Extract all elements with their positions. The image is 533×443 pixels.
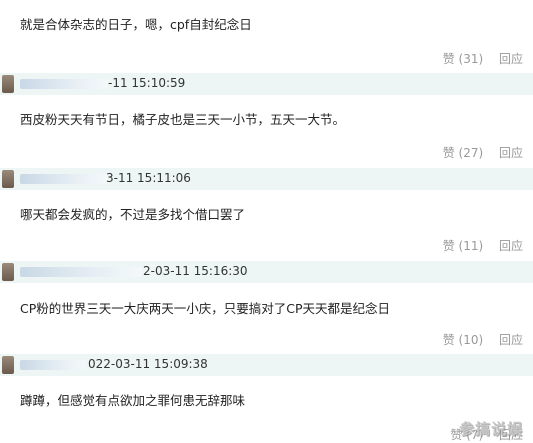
reply-button[interactable]: 回应: [499, 239, 523, 253]
comment-meta-bar: -11 15:10:59: [0, 73, 533, 95]
avatar[interactable]: [2, 356, 14, 374]
comment-meta-bar: 3-11 15:11:06: [0, 168, 533, 190]
avatar[interactable]: [2, 263, 14, 281]
reply-button[interactable]: 回应: [499, 52, 523, 66]
comment-actions: 赞 (11) 回应: [443, 237, 523, 254]
comment-actions: 赞 (31) 回应: [443, 50, 523, 67]
comment-timestamp: -11 15:10:59: [108, 76, 186, 90]
comment-list: 就是合体杂志的日子，嗯，cpf自封纪念日 赞 (31) 回应 -11 15:10…: [0, 0, 533, 443]
comment-meta-bar: 022-03-11 15:09:38: [0, 354, 533, 376]
comment-text: 西皮粉天天有节日，橘子皮也是三天一小节，五天一大节。: [20, 112, 346, 127]
reply-button[interactable]: 回应: [499, 333, 523, 347]
avatar[interactable]: [2, 75, 14, 93]
comment-actions: 赞 (27) 回应: [443, 144, 523, 161]
comment-text: 蹲蹲，但感觉有点欲加之罪何患无辞那味: [20, 393, 246, 408]
watermark: 参搞说娱: [458, 420, 523, 438]
comment-timestamp: 3-11 15:11:06: [106, 171, 191, 185]
comment-text: 哪天都会发疯的，不过是多找个借口罢了: [20, 207, 246, 222]
like-button[interactable]: 赞 (31): [443, 52, 483, 66]
comment-meta-bar: 2-03-11 15:16:30: [0, 261, 533, 283]
username-blurred[interactable]: [20, 79, 108, 89]
like-button[interactable]: 赞 (11): [443, 239, 483, 253]
like-button[interactable]: 赞 (27): [443, 146, 483, 160]
reply-button[interactable]: 回应: [499, 146, 523, 160]
comment-timestamp: 022-03-11 15:09:38: [88, 357, 208, 371]
username-blurred[interactable]: [20, 360, 86, 370]
comment-text: 就是合体杂志的日子，嗯，cpf自封纪念日: [20, 17, 252, 32]
avatar[interactable]: [2, 170, 14, 188]
comment-text: CP粉的世界三天一大庆两天一小庆，只要搞对了CP天天都是纪念日: [20, 301, 391, 316]
username-blurred[interactable]: [20, 267, 142, 277]
username-blurred[interactable]: [20, 174, 108, 184]
like-button[interactable]: 赞 (10): [443, 333, 483, 347]
comment-actions: 赞 (10) 回应: [443, 331, 523, 348]
comment-timestamp: 2-03-11 15:16:30: [143, 264, 248, 278]
